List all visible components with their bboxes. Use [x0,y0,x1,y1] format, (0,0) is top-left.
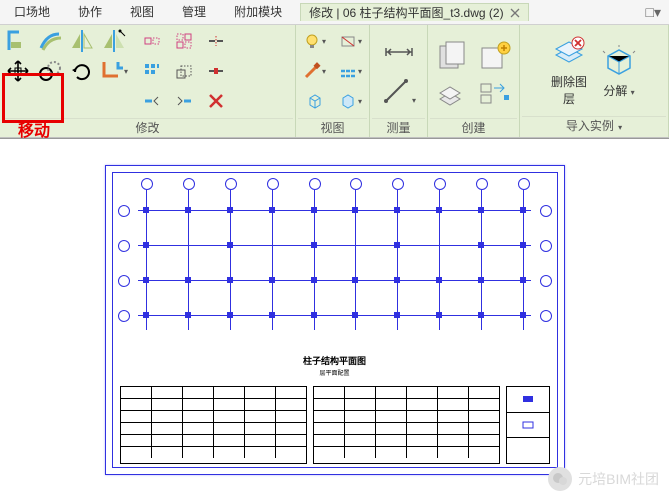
dimension-button[interactable] [381,37,417,67]
scale-button[interactable] [170,57,198,85]
lightbulb-button[interactable]: ▾ [301,27,329,55]
drawing-title: 柱子结构平面图 层平面配置 [136,354,534,377]
explode-label: 分解 ▾ [603,82,634,99]
contextual-tab-label: 修改 | 06 柱子结构平面图_t3.dwg (2) [309,4,504,21]
menu-collaborate[interactable]: 协作 [64,0,116,24]
panel-measure: ▾ 测量 [370,25,428,137]
menu-manage[interactable]: 管理 [168,0,220,24]
ribbon-collapse-icon[interactable]: □▾ [646,4,661,21]
measure-button[interactable]: ▾ [381,73,417,109]
panel-create: 创建 [428,25,520,137]
create-parts-button[interactable] [475,79,515,109]
box-3d-button[interactable] [301,87,329,115]
copy-button[interactable] [36,57,64,85]
create-assembly-button[interactable] [433,79,473,109]
split-button[interactable] [202,27,230,55]
schedule-table-left [120,386,307,464]
panel-label-measure: 测量 [372,118,425,137]
mirror-pick-button[interactable] [68,27,96,55]
panel-view: ▾ ▾ ▾ ▾ ▾ 视图 [296,25,370,137]
menu-view[interactable]: 视图 [116,0,168,24]
show-hidden-button[interactable]: ▾ [337,57,365,85]
close-icon[interactable] [510,8,520,18]
watermark-text: 元培BIM社团 [578,469,659,489]
explode-button[interactable]: 分解 ▾ [596,27,642,115]
schedule-table-right [313,386,500,464]
panel-label-import[interactable]: 导入实例 ▾ [522,116,666,137]
unjoin-right-button[interactable] [170,87,198,115]
delete-button[interactable] [202,87,230,115]
linework-button[interactable]: ▾ [301,57,329,85]
unjoin-left-button[interactable] [138,87,166,115]
array-button[interactable] [138,57,166,85]
schedule-legend [506,386,550,464]
offset-button[interactable] [36,27,64,55]
pin-button[interactable] [202,57,230,85]
contextual-tab-modify[interactable]: 修改 | 06 柱子结构平面图_t3.dwg (2) [300,3,529,21]
ribbon: ▾ 修改 ▾ ▾ ▾ ▾ [0,25,669,138]
menu-addins[interactable]: 附加模块 [220,0,296,24]
cope-button[interactable] [138,27,166,55]
panel-label-create: 创建 [430,118,517,137]
trim-button[interactable]: ▾ [100,57,128,85]
create-similar-button[interactable] [475,37,515,77]
cad-drawing-import[interactable]: 柱子结构平面图 层平面配置 [105,165,565,475]
create-group-button[interactable] [433,37,473,77]
hide-button[interactable]: ▾ [337,27,365,55]
drawing-canvas[interactable]: 柱子结构平面图 层平面配置 [0,138,669,500]
mirror-draw-button[interactable] [100,27,128,55]
section-box-button[interactable]: ▾ [337,87,365,115]
panel-import-instance: 删除图层 分解 ▾ 导入实例 ▾ [520,25,669,137]
delete-layer-label: 删除图层 [546,73,592,107]
layers-delete-icon [552,35,586,69]
panel-label-view: 视图 [298,118,367,137]
delete-layer-button[interactable]: 删除图层 [546,27,592,115]
align-button[interactable] [4,27,32,55]
watermark: 元培BIM社团 [548,467,659,491]
menu-site[interactable]: 口场地 [0,0,64,24]
cut-profile-button[interactable] [170,27,198,55]
structural-grid-plan [126,180,544,340]
menubar: 口场地 协作 视图 管理 附加模块 修改 | 06 柱子结构平面图_t3.dwg… [0,0,669,25]
move-button[interactable] [4,57,32,85]
rotate-button[interactable] [68,57,96,85]
explode-icon [602,44,636,78]
column-schedule [120,386,550,464]
wechat-icon [548,467,572,491]
